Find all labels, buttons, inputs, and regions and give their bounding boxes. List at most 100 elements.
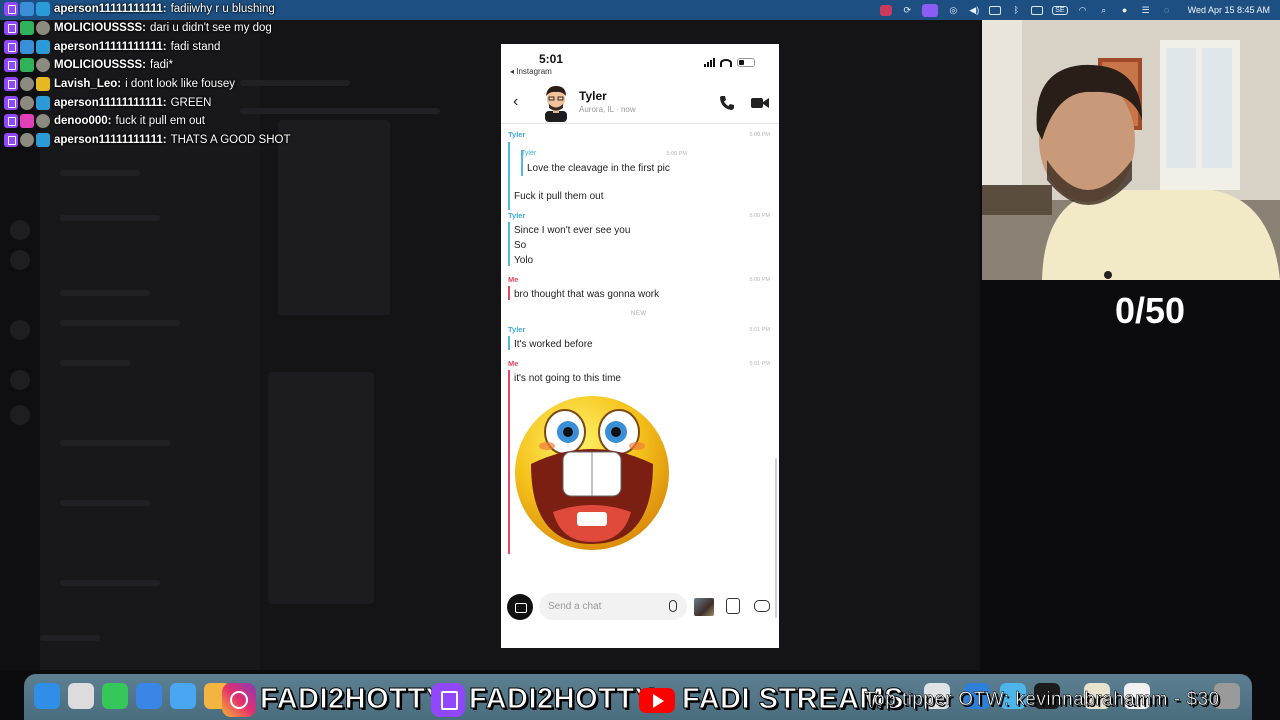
instagram-icon [222, 683, 256, 717]
notification-icon[interactable]: ◌ [1161, 5, 1173, 16]
twitch-badge-icon [4, 58, 18, 73]
twitch-badge-icon [4, 114, 18, 129]
twitch-badge-icon [4, 77, 18, 92]
message-sender: Tyler [508, 130, 526, 139]
money-bag-badge-icon [36, 114, 50, 129]
chat-text: GREEN [170, 96, 212, 109]
menu-bar-clock[interactable]: Wed Apr 15 8:45 AM [1188, 5, 1270, 15]
chat-username[interactable]: aperson11111111111: [54, 134, 167, 146]
chat-message: aperson11111111111: THATS A GOOD SHOT [4, 131, 424, 150]
chat-username[interactable]: Lavish_Leo: [54, 78, 121, 90]
battery-icon [737, 58, 755, 67]
status-time: 5:01 [539, 52, 564, 66]
message-time: 5:00 PM [749, 132, 770, 138]
camera-icon[interactable] [507, 594, 533, 620]
back-to-app-link[interactable]: ◂ Instagram [510, 67, 552, 76]
gold-badge-icon [36, 77, 50, 92]
chat-message: MOLICIOUSSSS: dari u didn't see my dog [4, 19, 424, 38]
app-store-icon[interactable] [170, 683, 196, 709]
bitmoji-avatar[interactable] [540, 84, 572, 122]
money-bag-badge-icon [20, 133, 34, 148]
twitch-badge-icon [4, 95, 18, 110]
window-icon[interactable] [1031, 5, 1044, 15]
chat-text: dari u didn't see my dog [150, 22, 272, 35]
messages-icon[interactable] [102, 683, 128, 709]
message-sender: Me [508, 359, 519, 368]
back-arrow-icon[interactable]: ‹ [513, 93, 518, 111]
sender-bar [508, 286, 510, 300]
sender-bar [508, 142, 510, 210]
bluetooth-icon[interactable]: ᛒ [1010, 5, 1022, 16]
crown-badge-icon [36, 95, 50, 110]
chat-username[interactable]: MOLICIOUSSSS: [54, 59, 146, 71]
message-sender: Tyler [508, 211, 526, 220]
twitch-badge-icon [4, 2, 18, 17]
video-call-icon[interactable] [751, 96, 769, 110]
finder-icon[interactable] [34, 683, 60, 709]
quoted-message-text[interactable]: Love the cleavage in the first pic [527, 163, 670, 174]
message-time: 5:01 PM [749, 327, 770, 333]
control-center-icon[interactable]: ☰ [1140, 5, 1152, 16]
money-bag-badge-icon [20, 95, 34, 110]
chat-header: ‹ Tyler Aurora, IL · now [501, 82, 779, 124]
tailscale-icon[interactable] [880, 4, 893, 16]
chat-username[interactable]: denoo000: [54, 115, 112, 127]
launchpad-icon[interactable] [68, 683, 94, 709]
display-icon[interactable] [989, 5, 1002, 15]
crown-badge-icon [36, 39, 50, 54]
gift-badge-icon [20, 39, 34, 54]
screen-record-icon[interactable] [922, 3, 939, 17]
wifi-status-icon [720, 58, 732, 67]
quoted-sender: Tyler [521, 150, 537, 157]
message-time: 5:00 PM [749, 277, 770, 283]
siri-icon[interactable]: ● [1119, 5, 1131, 16]
chat-message: MOLICIOUSSSS: fadi* [4, 56, 424, 75]
laughing-emoji-sticker[interactable] [513, 394, 671, 552]
chat-username[interactable]: aperson11111111111: [54, 41, 167, 53]
message-text[interactable]: bro thought that was gonna work [514, 289, 659, 300]
crown-badge-icon [36, 2, 50, 17]
chat-text: fuck it pull em out [115, 115, 205, 128]
sync-icon[interactable]: ⟳ [901, 5, 913, 16]
chat-input[interactable] [539, 593, 687, 620]
chat-badges [4, 58, 50, 73]
microphone-icon[interactable] [669, 600, 677, 612]
background-image-card [268, 372, 374, 604]
mail-icon[interactable] [136, 683, 162, 709]
contact-name[interactable]: Tyler [579, 89, 607, 103]
message-text[interactable]: Since I won't ever see you [514, 225, 630, 236]
input-source-indicator[interactable]: SE [1052, 5, 1068, 15]
chat-badges [4, 133, 50, 148]
money-bag-badge-icon [36, 21, 50, 36]
message-text[interactable]: So [514, 240, 526, 251]
chat-username[interactable]: MOLICIOUSSSS: [54, 22, 146, 34]
chat-badges [4, 95, 50, 110]
twitch-badge-icon [4, 21, 18, 36]
volume-icon[interactable]: ◀) [968, 5, 980, 16]
message-text[interactable]: it's not going to this time [514, 373, 621, 384]
chat-message: Lavish_Leo: i dont look like fousey [4, 75, 424, 94]
sticker-icon[interactable] [726, 598, 740, 614]
chat-message: aperson11111111111: fadiiwhy r u blushing [4, 0, 424, 19]
message-text[interactable]: Fuck it pull them out [514, 191, 603, 202]
gallery-thumbnail-icon[interactable] [694, 598, 714, 616]
chat-message: aperson11111111111: GREEN [4, 93, 424, 112]
chat-username[interactable]: aperson11111111111: [54, 97, 167, 109]
spotlight-icon[interactable]: ⌕ [1098, 5, 1110, 16]
phone-call-icon[interactable] [719, 95, 735, 111]
chat-badges [4, 2, 50, 17]
new-messages-divider: NEW [631, 311, 647, 317]
message-text[interactable]: Yolo [514, 255, 533, 266]
airplay-icon[interactable]: ◎ [947, 5, 959, 16]
chat-badges [4, 114, 50, 129]
donation-goal-counter: 0/50 [1114, 290, 1186, 331]
wifi-icon[interactable]: ◠ [1077, 5, 1089, 16]
chat-username[interactable]: aperson11111111111: [54, 3, 167, 15]
message-text[interactable]: It's worked before [514, 339, 593, 350]
message-time: 5:01 PM [749, 361, 770, 367]
message-sender: Tyler [508, 325, 526, 334]
verified-badge-icon [20, 58, 34, 73]
chat-text: i dont look like fousey [125, 78, 236, 91]
game-controller-icon[interactable] [754, 600, 770, 612]
youtube-icon [639, 688, 675, 713]
